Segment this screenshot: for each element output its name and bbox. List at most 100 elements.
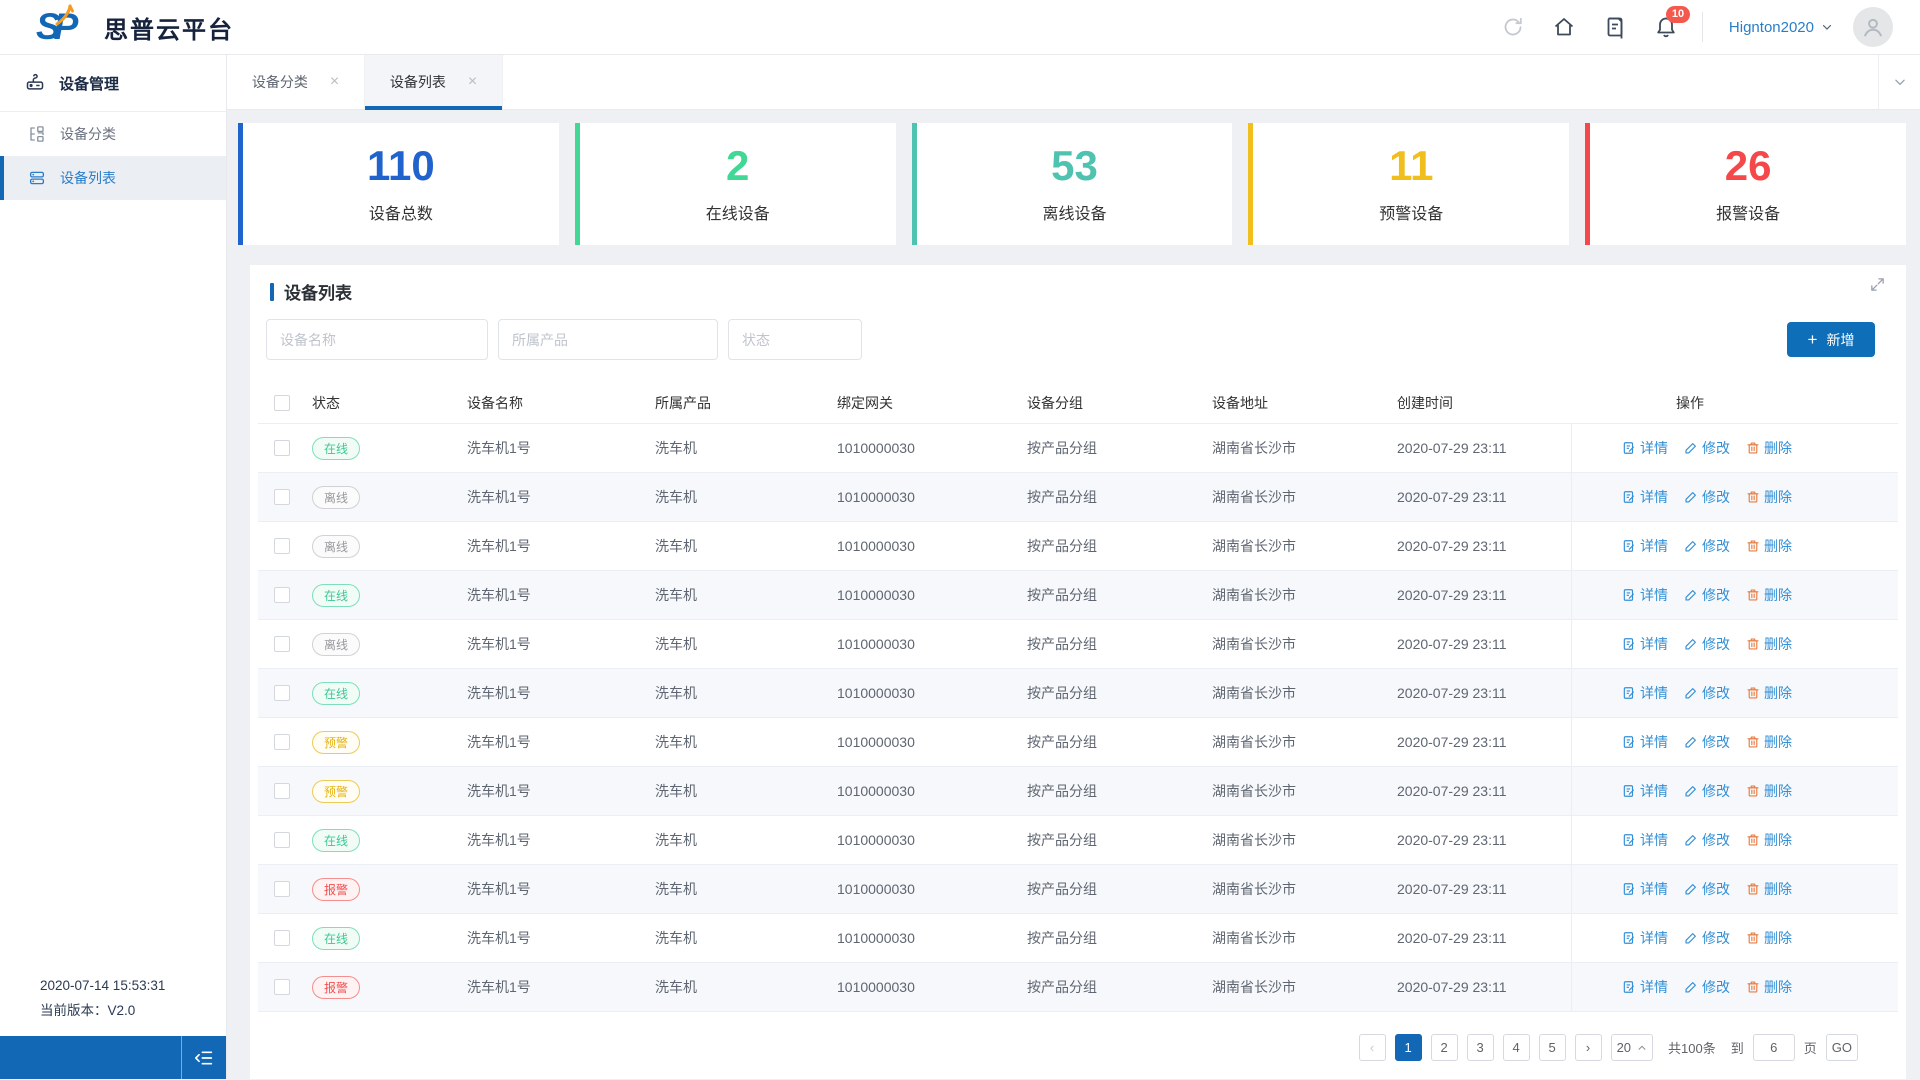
delete-link[interactable]: 删除 (1746, 536, 1792, 556)
tab-device-list[interactable]: 设备列表 × (365, 55, 503, 110)
sidebar-header-device-management[interactable]: 设备管理 (0, 55, 226, 112)
delete-link[interactable]: 删除 (1746, 438, 1792, 458)
delete-link[interactable]: 删除 (1746, 830, 1792, 850)
delete-link[interactable]: 删除 (1746, 879, 1792, 899)
edit-link-label: 修改 (1702, 489, 1730, 505)
delete-link[interactable]: 删除 (1746, 487, 1792, 507)
detail-link[interactable]: 详情 (1622, 487, 1668, 507)
tab-device-category[interactable]: 设备分类 × (227, 55, 365, 109)
bell-icon[interactable]: 10 (1654, 6, 1691, 39)
page-button-2[interactable]: 2 (1430, 1034, 1458, 1061)
detail-link[interactable]: 详情 (1622, 928, 1668, 948)
expand-panel-icon[interactable] (1869, 276, 1886, 293)
edit-link[interactable]: 修改 (1684, 830, 1730, 850)
edit-link[interactable]: 修改 (1684, 683, 1730, 703)
table-row: 在线 洗车机1号 洗车机 1010000030 按产品分组 湖南省长沙市 2020-07-2… (258, 816, 1898, 865)
select-all-checkbox[interactable] (274, 394, 290, 411)
row-select-cell (258, 783, 306, 799)
group-cell: 按产品分组 (1027, 440, 1097, 456)
page-button-4[interactable]: 4 (1502, 1034, 1530, 1061)
delete-link-label: 删除 (1764, 832, 1792, 848)
row-checkbox[interactable] (274, 979, 290, 995)
edit-link[interactable]: 修改 (1684, 928, 1730, 948)
page-button-5[interactable]: 5 (1538, 1034, 1566, 1061)
detail-link[interactable]: 详情 (1622, 977, 1668, 997)
row-checkbox[interactable] (274, 636, 290, 652)
page-size-select[interactable]: 20 (1610, 1034, 1654, 1061)
goto-page-input[interactable] (1752, 1034, 1795, 1061)
delete-link[interactable]: 删除 (1746, 683, 1792, 703)
status-cell: 在线 (306, 828, 461, 852)
main-area: 设备分类 × 设备列表 × 110 设备总数 2 在线设备 53 离线设备 11 预警设备 26 报警设… (227, 55, 1920, 1079)
avatar[interactable] (1853, 7, 1893, 47)
user-menu[interactable]: Hignton2020 (1729, 19, 1833, 36)
group-cell: 按产品分组 (1027, 979, 1097, 995)
row-checkbox[interactable] (274, 587, 290, 603)
delete-link[interactable]: 删除 (1746, 781, 1792, 801)
close-icon[interactable]: × (468, 74, 477, 90)
page-button-3[interactable]: 3 (1466, 1034, 1494, 1061)
edit-link[interactable]: 修改 (1684, 977, 1730, 997)
go-button[interactable]: GO (1825, 1034, 1858, 1061)
row-checkbox[interactable] (274, 440, 290, 456)
row-select-cell (258, 734, 306, 750)
detail-link[interactable]: 详情 (1622, 683, 1668, 703)
row-checkbox[interactable] (274, 881, 290, 897)
row-checkbox[interactable] (274, 930, 290, 946)
sidebar-item-device-category[interactable]: 设备分类 (0, 112, 226, 156)
delete-link[interactable]: 删除 (1746, 585, 1792, 605)
row-select-cell (258, 440, 306, 456)
group-cell: 按产品分组 (1027, 587, 1097, 603)
tab-options-button[interactable] (1878, 55, 1920, 109)
status-badge: 报警 (312, 877, 361, 901)
prev-page-button[interactable]: ‹ (1358, 1034, 1386, 1061)
device-name-cell: 洗车机1号 (467, 538, 531, 554)
detail-link[interactable]: 详情 (1622, 830, 1668, 850)
edit-link[interactable]: 修改 (1684, 536, 1730, 556)
table-row: 在线 洗车机1号 洗车机 1010000030 按产品分组 湖南省长沙市 2020-07-2… (258, 571, 1898, 620)
document-icon[interactable] (1603, 15, 1627, 39)
delete-link-label: 删除 (1764, 538, 1792, 554)
edit-link[interactable]: 修改 (1684, 781, 1730, 801)
home-icon[interactable] (1552, 15, 1576, 39)
add-device-button[interactable]: + 新增 (1787, 322, 1875, 357)
collapse-sidebar-button[interactable] (181, 1036, 226, 1079)
detail-link[interactable]: 详情 (1622, 438, 1668, 458)
detail-link[interactable]: 详情 (1622, 879, 1668, 899)
detail-link[interactable]: 详情 (1622, 536, 1668, 556)
detail-link[interactable]: 详情 (1622, 634, 1668, 654)
filter-input-status[interactable] (728, 319, 862, 360)
detail-link[interactable]: 详情 (1622, 585, 1668, 605)
page-size-value: 20 (1616, 1040, 1632, 1055)
filter-input-device-name[interactable] (266, 319, 488, 360)
row-checkbox[interactable] (274, 489, 290, 505)
detail-link[interactable]: 详情 (1622, 781, 1668, 801)
edit-link[interactable]: 修改 (1684, 487, 1730, 507)
row-checkbox[interactable] (274, 538, 290, 554)
edit-link[interactable]: 修改 (1684, 585, 1730, 605)
address-cell: 湖南省长沙市 (1212, 979, 1296, 995)
sidebar-header-label: 设备管理 (59, 75, 120, 93)
delete-link[interactable]: 删除 (1746, 977, 1792, 997)
edit-link[interactable]: 修改 (1684, 634, 1730, 654)
delete-link[interactable]: 删除 (1746, 732, 1792, 752)
page-button-1[interactable]: 1 (1394, 1034, 1422, 1061)
filter-bar: + 新增 (266, 319, 1898, 360)
edit-link[interactable]: 修改 (1684, 732, 1730, 752)
row-checkbox[interactable] (274, 685, 290, 701)
sidebar-item-device-list[interactable]: 设备列表 (0, 156, 226, 200)
collapse-menu-icon (195, 1050, 213, 1065)
row-checkbox[interactable] (274, 832, 290, 848)
edit-link[interactable]: 修改 (1684, 879, 1730, 899)
delete-link[interactable]: 删除 (1746, 928, 1792, 948)
refresh-icon[interactable] (1501, 15, 1525, 39)
close-icon[interactable]: × (330, 74, 339, 90)
edit-link[interactable]: 修改 (1684, 438, 1730, 458)
row-checkbox[interactable] (274, 734, 290, 750)
delete-link[interactable]: 删除 (1746, 634, 1792, 654)
row-checkbox[interactable] (274, 783, 290, 799)
table-row: 预警 洗车机1号 洗车机 1010000030 按产品分组 湖南省长沙市 2020-07-2… (258, 767, 1898, 816)
next-page-button[interactable]: › (1574, 1034, 1602, 1061)
detail-link[interactable]: 详情 (1622, 732, 1668, 752)
filter-input-product[interactable] (498, 319, 718, 360)
